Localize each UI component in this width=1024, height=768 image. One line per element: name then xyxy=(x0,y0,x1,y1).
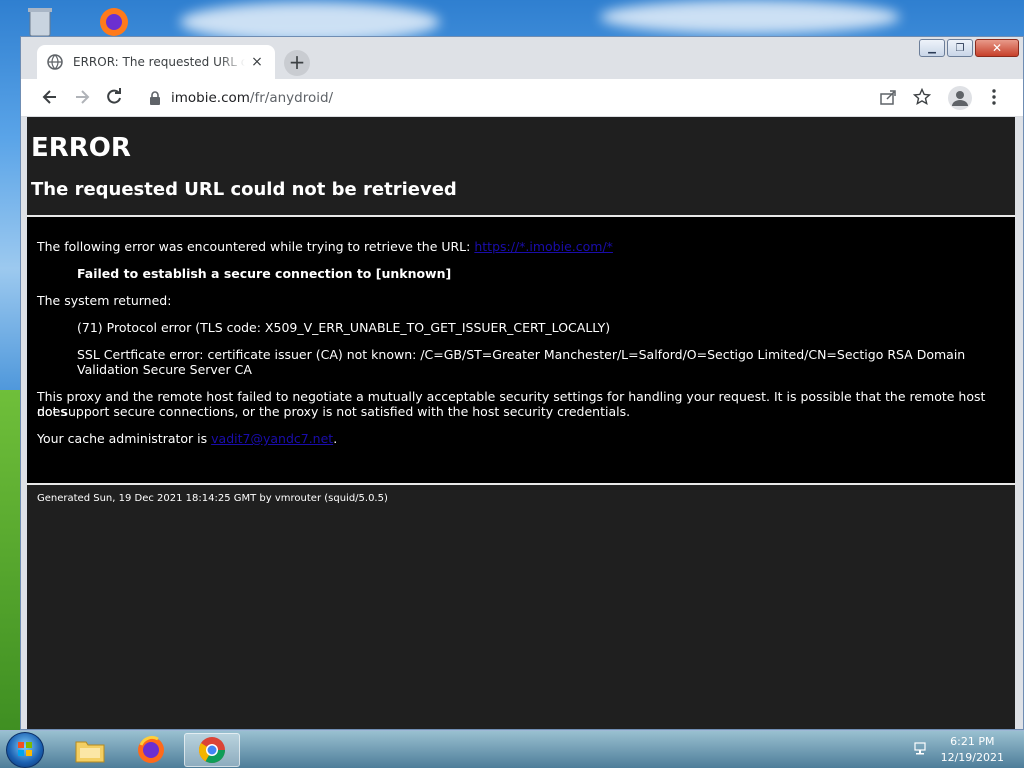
requested-url-link[interactable]: https://*.imobie.com/* xyxy=(474,239,613,254)
desktop-cloud xyxy=(600,0,900,34)
cache-admin-label: Your cache administrator is xyxy=(37,431,208,446)
page-subtitle: The requested URL could not be retrieved xyxy=(31,179,457,200)
folder-icon xyxy=(75,741,105,763)
chrome-icon xyxy=(198,737,226,764)
firefox-icon xyxy=(138,736,164,763)
start-button[interactable] xyxy=(6,732,44,768)
clock-date: 12/19/2021 xyxy=(940,751,1004,764)
protocol-error-text: (71) Protocol error (TLS code: X509_V_ER… xyxy=(77,320,611,335)
taskbar: 6:21 PM 12/19/2021 xyxy=(0,730,1024,768)
window-controls: ▁ ❐ ✕ xyxy=(919,39,1019,57)
maximize-button[interactable]: ❐ xyxy=(947,39,973,57)
close-window-button[interactable]: ✕ xyxy=(975,39,1019,57)
profile-avatar-icon[interactable] xyxy=(948,86,972,110)
firefox-desktop-icon[interactable] xyxy=(96,4,132,40)
share-icon[interactable] xyxy=(878,88,898,108)
minimize-button[interactable]: ▁ xyxy=(919,39,945,57)
url-text[interactable]: imobie.com/fr/anydroid/ xyxy=(171,90,333,106)
page-title: ERROR xyxy=(31,133,131,163)
intro-line: The following error was encountered whil… xyxy=(37,239,613,254)
bookmark-star-icon[interactable] xyxy=(912,87,932,108)
url-host: imobie.com xyxy=(171,90,250,106)
url-path: /fr/anydroid/ xyxy=(249,90,334,106)
generated-footer: Generated Sun, 19 Dec 2021 18:14:25 GMT … xyxy=(37,493,388,504)
system-clock[interactable]: 6:21 PM 12/19/2021 xyxy=(941,734,1004,766)
cache-admin-line: Your cache administrator is vadit7@yandc… xyxy=(37,431,337,446)
browser-toolbar: imobie.com/fr/anydroid/ xyxy=(21,79,1023,117)
ssl-error-line-1: SSL Certficate error: certificate issuer… xyxy=(77,347,966,362)
tab-strip: ERROR: The requested URL could not be re… xyxy=(21,37,1023,79)
clock-time: 6:21 PM xyxy=(950,735,995,748)
new-tab-button[interactable]: + xyxy=(284,50,310,76)
ssl-error-line-2: Validation Secure Server CA xyxy=(77,362,252,377)
forward-icon[interactable] xyxy=(71,87,93,109)
recycle-bin-icon[interactable] xyxy=(22,4,58,40)
tab-close-icon[interactable]: × xyxy=(249,54,265,70)
reload-icon[interactable] xyxy=(103,87,125,109)
taskbar-file-explorer[interactable] xyxy=(62,733,118,767)
error-page-content: ERROR The requested URL could not be ret… xyxy=(27,117,1015,729)
system-returned-label: The system returned: xyxy=(37,293,172,308)
taskbar-firefox[interactable] xyxy=(123,733,179,767)
tab-title: ERROR: The requested URL could not be re… xyxy=(73,55,245,69)
globe-icon xyxy=(47,54,63,70)
cache-admin-email-link[interactable]: vadit7@yandc7.net xyxy=(211,431,333,446)
taskbar-chrome[interactable] xyxy=(184,733,240,767)
cache-admin-period: . xyxy=(333,431,338,446)
tab-error-page[interactable]: ERROR: The requested URL could not be re… xyxy=(37,45,275,79)
back-icon[interactable] xyxy=(39,87,61,109)
intro-text: The following error was encountered whil… xyxy=(37,239,471,254)
network-icon[interactable] xyxy=(914,742,930,756)
divider xyxy=(27,483,1015,485)
menu-kebab-icon[interactable] xyxy=(984,88,1004,108)
browser-window: ERROR: The requested URL could not be re… xyxy=(20,36,1024,730)
lock-icon[interactable] xyxy=(149,91,161,105)
address-bar[interactable]: imobie.com/fr/anydroid/ xyxy=(139,83,959,113)
failed-connection-text: Failed to establish a secure connection … xyxy=(77,266,452,281)
error-details-box: The following error was encountered whil… xyxy=(27,217,1015,483)
proxy-explanation-line-2: not support secure connections, or the p… xyxy=(37,404,631,419)
